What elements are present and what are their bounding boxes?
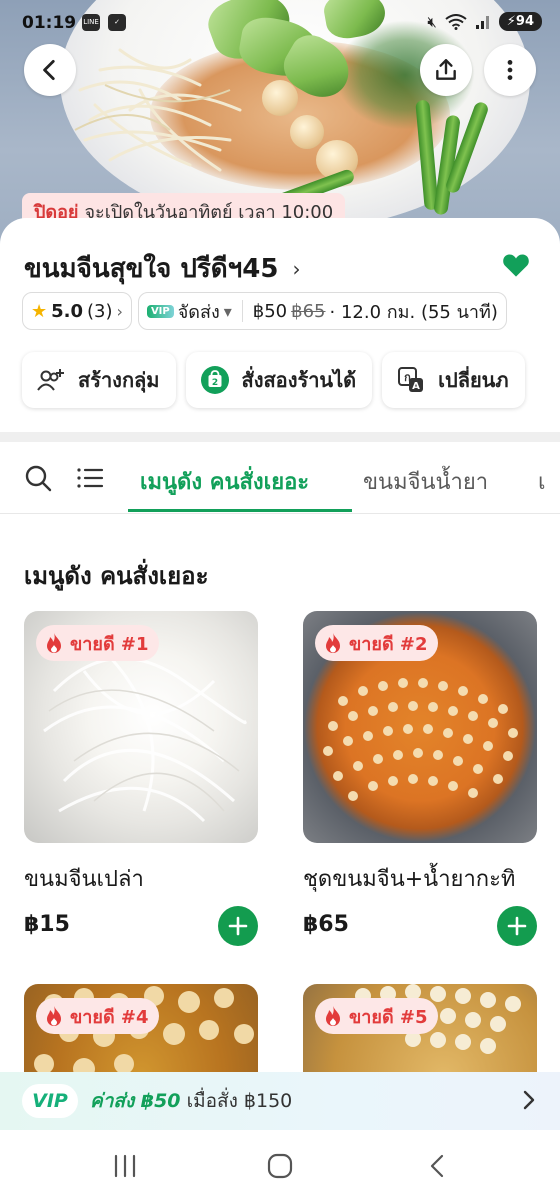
rating-value: 5.0 [51, 300, 84, 322]
vip-condition: เมื่อสั่ง ฿150 [186, 1090, 293, 1112]
svg-text:2: 2 [211, 378, 217, 388]
translate-button[interactable]: ก A เปลี่ยนภ [382, 352, 525, 408]
active-tab-indicator [128, 509, 352, 512]
tab-next[interactable]: เ [538, 464, 546, 499]
chevron-right-icon [523, 1090, 535, 1110]
star-icon: ★ [31, 300, 48, 322]
tab-khanom-jeen-nam-ya[interactable]: ขนมจีนน้ำยา [363, 464, 488, 499]
two-store-bag-icon: 2 [200, 366, 229, 394]
action-label: สร้างกลุ่ม [78, 368, 160, 392]
action-label: เปลี่ยนภ [438, 368, 509, 392]
rating-chip[interactable]: ★ 5.0 (3) › [22, 292, 132, 330]
store-info-sheet: ขนมจีนสุขใจ ปรีดีฯ45 › ★ 5.0 (3) › VIP จ… [0, 218, 560, 433]
fish-ball [290, 115, 324, 149]
create-group-button[interactable]: สร้างกลุ่ม [22, 352, 176, 408]
vip-fee-label: ค่าส่ง ฿50 [90, 1090, 181, 1112]
fire-icon [47, 633, 61, 653]
bestseller-badge: ขายดี #5 [315, 998, 438, 1034]
wifi-icon [445, 13, 467, 30]
svg-text:A: A [412, 381, 420, 392]
vip-badge: VIP [22, 1084, 78, 1118]
chevron-right-icon: › [292, 256, 301, 281]
home-icon[interactable] [266, 1152, 294, 1180]
bestseller-badge: ขายดี #1 [36, 625, 159, 661]
menu-list-icon[interactable] [76, 464, 104, 492]
menu-tab-bar: เมนูดัง คนสั่งเยอะ ขนมจีนน้ำยา เ [0, 442, 560, 514]
more-vertical-icon [507, 60, 513, 80]
back-nav-icon[interactable] [426, 1152, 448, 1180]
bestseller-badge: ขายดี #2 [315, 625, 438, 661]
menu-item-card[interactable]: ขายดี #1 ขนมจีนเปล่า ฿15 [24, 611, 258, 946]
item-name: ชุดขนมจีน+น้ำยากะทิ [303, 867, 516, 892]
translate-icon: ก A [398, 367, 424, 392]
fire-icon [326, 1006, 340, 1026]
tab-popular[interactable]: เมนูดัง คนสั่งเยอะ [140, 464, 309, 499]
favorite-heart-icon[interactable] [502, 252, 530, 278]
signal-icon [475, 15, 489, 29]
share-icon [436, 59, 456, 80]
rating-count: (3) [87, 300, 113, 322]
fish-ball [262, 80, 298, 116]
distance-time: · 12.0 กม. (55 นาที) [329, 301, 498, 323]
two-store-order-button[interactable]: 2 สั่งสองร้านได้ [185, 352, 373, 408]
item-name: ขนมจีนเปล่า [24, 867, 144, 892]
more-options-button[interactable] [484, 44, 536, 96]
store-meta-chips: ★ 5.0 (3) › VIP จัดส่ง ▾ ฿50 ฿65 · 12.0 … [22, 292, 507, 330]
store-actions: สร้างกลุ่ม 2 สั่งสองร้านได้ ก A เปลี่ยนภ [22, 352, 525, 408]
vip-promo-text: ค่าส่ง ฿50 เมื่อสั่ง ฿150 [90, 1086, 292, 1116]
add-to-cart-button[interactable] [218, 906, 258, 946]
delivery-mode-chip[interactable]: VIP จัดส่ง ▾ ฿50 ฿65 · 12.0 กม. (55 นาที… [137, 292, 507, 330]
plus-icon [507, 916, 527, 936]
vip-tag: VIP [146, 304, 174, 318]
status-time: 01:19 [22, 13, 77, 33]
add-group-icon [37, 369, 64, 391]
fire-icon [47, 1006, 61, 1026]
chip-divider [241, 300, 243, 322]
system-nav-bar [0, 1130, 560, 1200]
status-bar: 01:19 LINE ✓ 🔇︎ ⚡94 [0, 0, 560, 46]
battery-indicator: ⚡94 [498, 12, 542, 31]
share-button[interactable] [420, 44, 472, 96]
check-icon: ✓ [108, 14, 126, 31]
item-photo: ขายดี #2 [303, 611, 537, 843]
action-label: สั่งสองร้านได้ [241, 368, 357, 392]
store-name: ขนมจีนสุขใจ ปรีดีฯ45 [24, 254, 279, 284]
item-photo: ขายดี #1 [24, 611, 258, 843]
menu-item-card[interactable]: ขายดี #2 ชุดขนมจีน+น้ำยากะทิ ฿65 [303, 611, 537, 946]
add-to-cart-button[interactable] [497, 906, 537, 946]
delivery-mode-label: จัดส่ง [177, 301, 220, 323]
caret-down-icon: ▾ [223, 301, 232, 321]
delivery-fee-old: ฿65 [291, 300, 326, 322]
bestseller-badge: ขายดี #4 [36, 998, 159, 1034]
chevron-right-icon: › [116, 301, 123, 321]
item-price: ฿65 [303, 912, 349, 937]
chevron-left-icon [43, 59, 55, 81]
vip-delivery-promo-bar[interactable]: VIP ค่าส่ง ฿50 เมื่อสั่ง ฿150 [0, 1072, 560, 1130]
back-button[interactable] [24, 44, 76, 96]
line-icon: LINE [82, 14, 100, 31]
recent-apps-icon[interactable] [112, 1152, 138, 1180]
store-name-row[interactable]: ขนมจีนสุขใจ ปรีดีฯ45 › [24, 248, 300, 289]
item-price: ฿15 [24, 912, 70, 937]
section-divider [0, 432, 560, 442]
section-title: เมนูดัง คนสั่งเยอะ [24, 562, 209, 590]
fire-icon [326, 633, 340, 653]
delivery-fee: ฿50 [252, 300, 288, 322]
search-icon[interactable] [24, 464, 52, 492]
mute-icon: 🔇︎ [427, 12, 437, 31]
plus-icon [228, 916, 248, 936]
